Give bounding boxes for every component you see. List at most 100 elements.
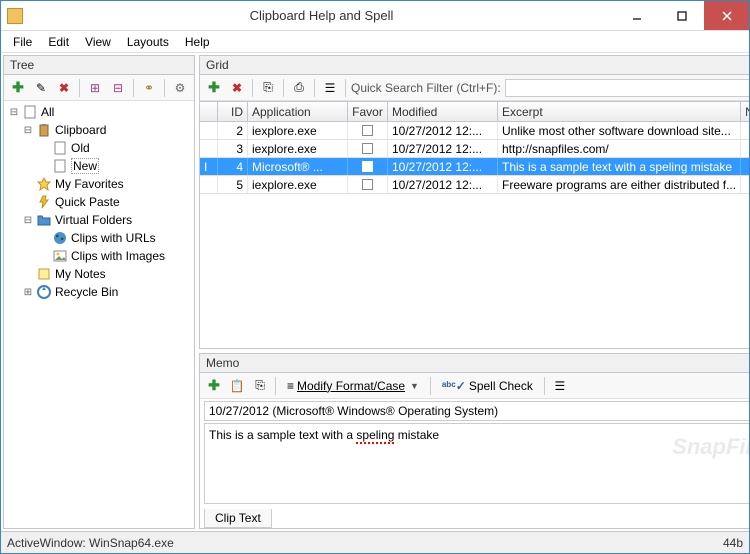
table-row[interactable]: 5iexplore.exe10/27/2012 12:...Freeware p…	[200, 176, 749, 194]
checkbox-icon	[362, 161, 373, 172]
expander-icon[interactable]: ⊞	[22, 286, 34, 298]
tree-node-clipsimages[interactable]: Clips with Images	[6, 247, 192, 265]
column-application[interactable]: Application	[248, 102, 348, 121]
delete-icon: ✖	[232, 81, 242, 95]
grid-delete-button[interactable]: ✖	[227, 78, 247, 98]
cell-notes	[741, 122, 749, 139]
grid-print-button[interactable]: ⎙	[289, 78, 309, 98]
cell-application: iexplore.exe	[248, 140, 348, 157]
memo-panel-header: Memo	[200, 354, 749, 373]
menu-layouts[interactable]: Layouts	[119, 33, 177, 51]
grid-options-button[interactable]: ☰	[320, 78, 340, 98]
cell-notes	[741, 176, 749, 193]
table-row[interactable]: 2iexplore.exe10/27/2012 12:...Unlike mos…	[200, 122, 749, 140]
tab-cliptext[interactable]: Clip Text	[204, 509, 272, 528]
tree-settings-button[interactable]: ⚙	[170, 78, 190, 98]
cell-id: 4	[218, 158, 248, 175]
tree-node-favorites[interactable]: My Favorites	[6, 175, 192, 193]
tree-node-recyclebin[interactable]: ⊞Recycle Bin	[6, 283, 192, 301]
clipboard-icon	[36, 122, 52, 138]
column-notes[interactable]: Notes	[741, 102, 749, 121]
menu-file[interactable]: File	[5, 33, 40, 51]
cell-modified: 10/27/2012 12:...	[388, 122, 498, 139]
cell-favor[interactable]	[348, 122, 388, 139]
tree-collapse-button[interactable]: ⊟	[108, 78, 128, 98]
tree-view[interactable]: ⊟ All ⊟Clipboard Old New My Favorites Qui…	[4, 101, 194, 528]
plus-icon: ✚	[208, 377, 220, 394]
memo-title-input[interactable]	[204, 401, 749, 421]
spellcheck-button[interactable]: ᵃᵇᶜ✓Spell Check	[436, 377, 539, 395]
tree-node-all[interactable]: ⊟ All	[6, 103, 192, 121]
close-button[interactable]	[704, 1, 749, 30]
table-row[interactable]: I4Microsoft® ...10/27/2012 12:...This is…	[200, 158, 749, 176]
memo-copy-button[interactable]: ⎘	[250, 376, 270, 396]
minimize-button[interactable]	[614, 1, 659, 30]
memo-body-textarea[interactable]: This is a sample text with a speling mis…	[204, 423, 749, 504]
column-marker[interactable]	[200, 102, 218, 121]
expander-icon[interactable]: ⊟	[22, 124, 34, 136]
tree-add-button[interactable]: ✚	[8, 78, 28, 98]
checkbox-icon	[362, 143, 373, 154]
grid-add-button[interactable]: ✚	[204, 78, 224, 98]
menu-help[interactable]: Help	[177, 33, 218, 51]
tree-panel-header: Tree	[4, 56, 194, 75]
spellcheck-label: Spell Check	[469, 379, 533, 393]
grid-panel: Grid ✚ ✖ ⎘ ⎙ ☰ Quick Search Filter (Ctrl…	[199, 55, 749, 349]
tree-label: All	[41, 105, 54, 119]
tree-edit-button[interactable]: ✎	[31, 78, 51, 98]
column-id[interactable]: ID	[218, 102, 248, 121]
memo-paste-button[interactable]: 📋	[227, 376, 247, 396]
cell-excerpt: This is a sample text with a speling mis…	[498, 158, 741, 175]
expander-icon[interactable]: ⊟	[8, 106, 20, 118]
maximize-button[interactable]	[659, 1, 704, 30]
modify-format-button[interactable]: ≡Modify Format/Case▼	[281, 377, 425, 395]
tree-node-clipsurls[interactable]: Clips with URLs	[6, 229, 192, 247]
tree-label: Clips with URLs	[71, 231, 156, 245]
statusbar: ActiveWindow: WinSnap64.exe 44b	[1, 531, 749, 553]
tree-expand-button[interactable]: ⊞	[85, 78, 105, 98]
column-favor[interactable]: Favor	[348, 102, 388, 121]
expander-spacer	[22, 178, 34, 190]
tree-node-clipboard[interactable]: ⊟Clipboard	[6, 121, 192, 139]
column-modified[interactable]: Modified	[388, 102, 498, 121]
grid-copy-button[interactable]: ⎘	[258, 78, 278, 98]
memo-options-button[interactable]: ☰	[550, 376, 570, 396]
separator	[430, 377, 431, 395]
tree-node-old[interactable]: Old	[6, 139, 192, 157]
tree-label: Clips with Images	[71, 249, 165, 263]
tree-node-virtualfolders[interactable]: ⊟Virtual Folders	[6, 211, 192, 229]
memo-add-button[interactable]: ✚	[204, 376, 224, 396]
cell-favor[interactable]	[348, 158, 388, 175]
grid-table[interactable]: ID Application Favor Modified Excerpt No…	[200, 101, 749, 348]
window-title: Clipboard Help and Spell	[29, 8, 614, 23]
window-controls	[614, 1, 749, 30]
status-left: ActiveWindow: WinSnap64.exe	[7, 536, 174, 550]
separator	[133, 79, 134, 97]
list-icon: ☰	[325, 81, 336, 95]
menu-view[interactable]: View	[77, 33, 119, 51]
note-icon	[36, 266, 52, 282]
separator	[314, 79, 315, 97]
tree-delete-button[interactable]: ✖	[54, 78, 74, 98]
cell-excerpt: Freeware programs are either distributed…	[498, 176, 741, 193]
expander-spacer	[38, 142, 50, 154]
expander-icon[interactable]: ⊟	[22, 214, 34, 226]
app-icon	[7, 8, 23, 24]
page-icon	[52, 158, 68, 174]
cell-favor[interactable]	[348, 140, 388, 157]
tree-node-mynotes[interactable]: My Notes	[6, 265, 192, 283]
tree-link-button[interactable]: ⚭	[139, 78, 159, 98]
quicksearch-input[interactable]	[505, 79, 749, 97]
delete-icon: ✖	[59, 81, 69, 95]
table-row[interactable]: 3iexplore.exe10/27/2012 12:...http://sna…	[200, 140, 749, 158]
titlebar: Clipboard Help and Spell	[1, 1, 749, 31]
memo-toolbar: ✚ 📋 ⎘ ≡Modify Format/Case▼ ᵃᵇᶜ✓Spell Che…	[200, 373, 749, 399]
plus-icon: ✚	[12, 79, 24, 96]
tree-node-new[interactable]: New	[6, 157, 192, 175]
expander-spacer	[22, 268, 34, 280]
column-excerpt[interactable]: Excerpt	[498, 102, 741, 121]
modify-format-label: Modify Format/Case	[297, 379, 405, 393]
menu-edit[interactable]: Edit	[40, 33, 77, 51]
cell-favor[interactable]	[348, 176, 388, 193]
tree-node-quickpaste[interactable]: Quick Paste	[6, 193, 192, 211]
